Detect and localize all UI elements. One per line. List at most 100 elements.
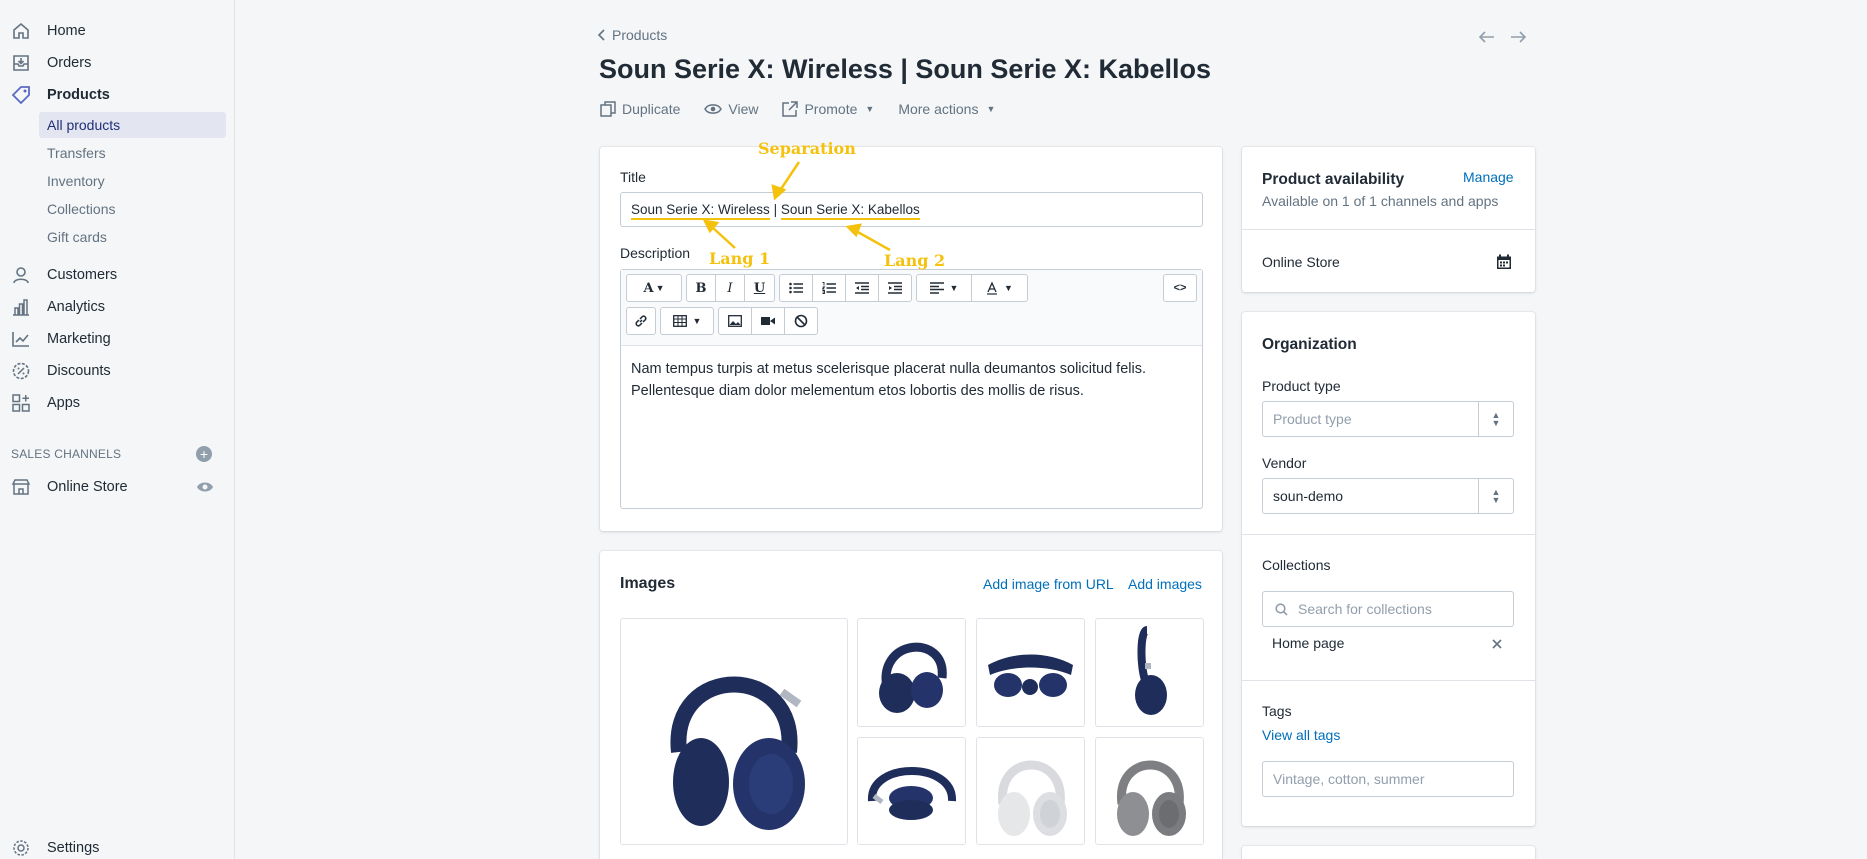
duplicate-label: Duplicate (622, 101, 681, 117)
nav-settings-label: Settings (47, 840, 100, 856)
headphones-top-image (988, 654, 1073, 697)
product-image-thumb[interactable] (1095, 737, 1204, 845)
subnav-collections[interactable]: Collections (39, 196, 226, 222)
nav-orders[interactable]: Orders (0, 49, 235, 77)
headphones-side-image (878, 642, 947, 713)
marketing-icon (10, 328, 32, 350)
title-input[interactable]: Soun Serie X: Wireless | Soun Serie X: K… (620, 192, 1203, 227)
underline-button[interactable]: U (744, 274, 775, 302)
indent-icon (888, 282, 902, 294)
organization-card: Organization Product type Product type ▲… (1242, 312, 1535, 826)
vendor-label: Vendor (1262, 455, 1307, 471)
view-button[interactable]: View (704, 101, 758, 117)
duplicate-button[interactable]: Duplicate (600, 101, 680, 117)
organization-title: Organization (1262, 336, 1357, 353)
more-actions-button[interactable]: More actions ▼ (898, 101, 995, 117)
nav-customers[interactable]: Customers (0, 261, 235, 289)
nav-products[interactable]: Products (0, 81, 235, 109)
nav-apps[interactable]: Apps (0, 389, 235, 417)
nav-home[interactable]: Home (0, 17, 235, 45)
outdent-button[interactable] (845, 274, 879, 302)
bullet-list-button[interactable] (779, 274, 813, 302)
bold-button[interactable]: B (686, 274, 716, 302)
clear-formatting-button[interactable] (784, 307, 818, 335)
insert-video-button[interactable] (751, 307, 785, 335)
add-images-link[interactable]: Add images (1128, 576, 1202, 592)
chevron-left-icon (598, 29, 605, 41)
insert-link-button[interactable] (626, 307, 656, 335)
html-source-button[interactable]: <> (1163, 274, 1197, 302)
numbered-list-button[interactable] (812, 274, 846, 302)
caret-down-icon: ▼ (865, 104, 875, 114)
product-type-label: Product type (1262, 378, 1341, 394)
page-actions: Duplicate View Promote ▼ More actions ▼ (600, 101, 1019, 117)
product-image-thumb[interactable] (857, 618, 966, 727)
font-style-dropdown[interactable]: A ▼ (626, 274, 682, 302)
analytics-icon (10, 296, 32, 318)
calendar-icon[interactable] (1496, 254, 1512, 270)
duplicate-icon (600, 101, 616, 117)
eye-icon[interactable] (196, 480, 214, 497)
description-label: Description (620, 245, 691, 261)
previous-product-arrow-icon[interactable] (1476, 26, 1498, 48)
nav-discounts[interactable]: Discounts (0, 357, 235, 385)
table-icon (672, 315, 687, 327)
nav-discounts-label: Discounts (47, 363, 111, 379)
add-image-from-url-link[interactable]: Add image from URL (983, 576, 1114, 592)
breadcrumb[interactable]: Products (598, 27, 667, 43)
promote-button[interactable]: Promote ▼ (782, 101, 874, 117)
divider (1242, 229, 1535, 230)
product-image-thumb[interactable] (1095, 618, 1204, 727)
clear-format-icon (794, 314, 808, 328)
collections-label: Collections (1262, 557, 1331, 573)
title-separator: | (773, 202, 778, 217)
headphones-white-image (998, 760, 1067, 836)
customers-icon (10, 264, 32, 286)
nav-analytics[interactable]: Analytics (0, 293, 235, 321)
subnav-transfers[interactable]: Transfers (39, 140, 226, 166)
indent-button[interactable] (878, 274, 912, 302)
product-image-thumb[interactable] (976, 618, 1085, 727)
insert-table-dropdown[interactable]: ▼ (660, 307, 714, 335)
sidebar: Home Orders Products All products Transf… (0, 0, 235, 859)
tags-input[interactable]: Vintage, cotton, summer (1262, 761, 1514, 797)
title-lang1: Soun Serie X: Wireless (631, 202, 770, 220)
product-image-thumb[interactable] (976, 737, 1085, 845)
italic-button[interactable]: I (715, 274, 745, 302)
subnav-all-products[interactable]: All products (39, 112, 226, 138)
description-text: Nam tempus turpis at metus scelerisque p… (631, 361, 1146, 399)
caret-down-icon: ▼ (655, 283, 665, 293)
editor-toolbar: A ▼ B I U ▼ ▼ <> ▼ (621, 270, 1202, 346)
title-label: Title (620, 169, 646, 185)
subnav-inventory[interactable]: Inventory (39, 168, 226, 194)
availability-title: Product availability (1262, 171, 1405, 188)
divider (1242, 680, 1535, 681)
nav-apps-label: Apps (47, 395, 81, 411)
next-product-arrow-icon[interactable] (1507, 26, 1529, 48)
page-title: Soun Serie X: Wireless | Soun Serie X: K… (599, 54, 1211, 84)
search-icon (1275, 603, 1288, 616)
add-sales-channel-button[interactable]: + (196, 446, 212, 462)
next-card (1242, 846, 1535, 859)
text-color-dropdown[interactable]: ▼ (971, 274, 1028, 302)
breadcrumb-label: Products (612, 27, 668, 43)
product-type-select[interactable]: Product type ▲ ▼ (1262, 401, 1514, 437)
collections-search-input[interactable]: Search for collections (1262, 591, 1514, 627)
nav-products-label: Products (47, 87, 110, 103)
caret-down-icon: ▼ (949, 283, 959, 293)
manage-link[interactable]: Manage (1463, 169, 1514, 185)
remove-collection-close-icon[interactable] (1492, 639, 1502, 649)
product-image-thumb[interactable] (857, 737, 966, 845)
align-dropdown[interactable]: ▼ (916, 274, 972, 302)
product-type-placeholder: Product type (1273, 411, 1352, 427)
availability-card: Product availability Manage Available on… (1242, 147, 1535, 292)
subnav-gift-cards[interactable]: Gift cards (39, 224, 226, 250)
nav-marketing[interactable]: Marketing (0, 325, 235, 353)
home-icon (10, 20, 32, 42)
view-all-tags-link[interactable]: View all tags (1262, 727, 1340, 743)
nav-settings[interactable]: Settings (0, 834, 235, 859)
insert-image-button[interactable] (718, 307, 752, 335)
description-editor[interactable]: A ▼ B I U ▼ ▼ <> ▼ Nam tempus turpis at … (620, 269, 1203, 509)
vendor-select[interactable]: soun-demo ▲ ▼ (1262, 478, 1514, 514)
product-image-main[interactable] (620, 618, 848, 845)
